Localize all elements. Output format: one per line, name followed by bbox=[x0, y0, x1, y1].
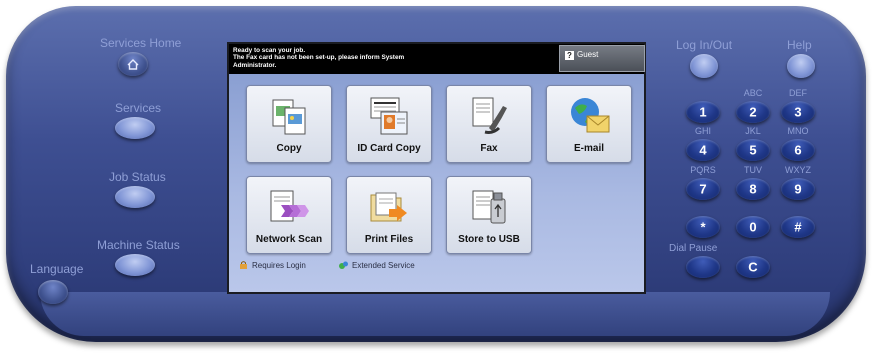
print-files-icon bbox=[370, 192, 407, 222]
key-hash[interactable]: # bbox=[781, 216, 815, 238]
language-button[interactable] bbox=[38, 280, 68, 304]
key-1[interactable]: 1 bbox=[686, 101, 720, 123]
panel-bezel-lower bbox=[40, 292, 830, 336]
key-1-digit: 1 bbox=[699, 104, 707, 120]
key-9-letters: WXYZ bbox=[785, 165, 811, 175]
key-6[interactable]: 6 bbox=[781, 139, 815, 161]
key-6-letters: MNO bbox=[787, 126, 809, 136]
help-button[interactable] bbox=[787, 54, 815, 78]
copy-label: Copy bbox=[276, 143, 302, 154]
fax-label: Fax bbox=[480, 143, 498, 154]
language-label: Language bbox=[30, 262, 84, 276]
key-4[interactable]: 4 bbox=[686, 139, 720, 161]
key-3-digit: 3 bbox=[794, 104, 802, 120]
key-5-letters: JKL bbox=[745, 126, 761, 136]
control-panel: Services Home Services Job Status Machin… bbox=[0, 0, 872, 356]
key-0[interactable]: 0 bbox=[736, 216, 770, 238]
key-star-digit: * bbox=[700, 219, 706, 235]
key-3-letters: DEF bbox=[789, 88, 807, 98]
services-home-label: Services Home bbox=[100, 36, 182, 50]
job-status-label: Job Status bbox=[109, 170, 166, 184]
id-card-copy-icon bbox=[370, 97, 408, 135]
key-star[interactable]: * bbox=[686, 216, 720, 238]
email-label: E-mail bbox=[573, 143, 604, 154]
job-status-button[interactable] bbox=[115, 186, 155, 208]
machine-status-label: Machine Status bbox=[97, 238, 180, 252]
fax-tile[interactable]: Fax bbox=[446, 85, 532, 163]
print-files-tile[interactable]: Print Files bbox=[346, 176, 432, 254]
home-icon bbox=[127, 59, 139, 70]
key-9[interactable]: 9 bbox=[781, 178, 815, 200]
guest-label: Guest bbox=[577, 50, 599, 59]
key-5[interactable]: 5 bbox=[736, 139, 770, 161]
log-in-out-label: Log In/Out bbox=[676, 38, 733, 52]
services-label: Services bbox=[115, 101, 162, 115]
lock-icon bbox=[240, 261, 247, 269]
services-home-button[interactable] bbox=[118, 52, 148, 76]
requires-login-label: Requires Login bbox=[252, 261, 306, 270]
guest-button[interactable]: ? Guest bbox=[559, 45, 645, 72]
key-0-digit: 0 bbox=[749, 219, 757, 235]
machine-status-button[interactable] bbox=[115, 254, 155, 276]
store-to-usb-label: Store to USB bbox=[458, 234, 520, 245]
clear-button-label: C bbox=[748, 259, 758, 275]
email-tile[interactable]: E-mail bbox=[546, 85, 632, 163]
dial-pause-button[interactable] bbox=[686, 256, 720, 278]
clear-button[interactable]: C bbox=[736, 256, 770, 278]
key-4-digit: 4 bbox=[699, 142, 707, 158]
print-files-label: Print Files bbox=[364, 234, 414, 245]
copy-tile[interactable]: Copy bbox=[246, 85, 332, 163]
email-icon bbox=[571, 98, 610, 133]
key-7-digit: 7 bbox=[699, 181, 707, 197]
store-to-usb-icon bbox=[472, 190, 506, 224]
store-to-usb-tile[interactable]: Store to USB bbox=[446, 176, 532, 254]
services-area: Copy ID Card Copy Fax E-mail Network Sca… bbox=[229, 74, 644, 292]
help-question-icon: ? bbox=[565, 51, 574, 60]
key-7[interactable]: 7 bbox=[686, 178, 720, 200]
legend-extended-service: Extended Service bbox=[339, 261, 415, 270]
id-card-copy-label: ID Card Copy bbox=[357, 143, 421, 154]
key-8-digit: 8 bbox=[749, 181, 757, 197]
key-3[interactable]: 3 bbox=[781, 101, 815, 123]
key-2-digit: 2 bbox=[749, 104, 757, 120]
key-9-digit: 9 bbox=[794, 181, 802, 197]
log-in-out-button[interactable] bbox=[690, 54, 718, 78]
key-8[interactable]: 8 bbox=[736, 178, 770, 200]
services-button[interactable] bbox=[115, 117, 155, 139]
fax-icon bbox=[472, 97, 507, 134]
legend-requires-login: Requires Login bbox=[239, 261, 306, 270]
key-6-digit: 6 bbox=[794, 142, 802, 158]
extended-service-label: Extended Service bbox=[352, 261, 415, 270]
touch-screen: Ready to scan your job. The Fax card has… bbox=[227, 42, 646, 294]
status-bar: Ready to scan your job. The Fax card has… bbox=[229, 44, 645, 74]
key-4-letters: GHI bbox=[694, 126, 711, 136]
dial-pause-label: Dial Pause bbox=[669, 243, 718, 254]
key-7-letters: PQRS bbox=[690, 165, 716, 175]
id-card-copy-tile[interactable]: ID Card Copy bbox=[346, 85, 432, 163]
key-hash-digit: # bbox=[794, 219, 802, 235]
network-scan-label: Network Scan bbox=[255, 234, 323, 245]
help-label: Help bbox=[787, 38, 812, 52]
key-8-letters: TUV bbox=[744, 165, 762, 175]
key-2-letters: ABC bbox=[743, 88, 763, 98]
key-2[interactable]: 2 bbox=[736, 101, 770, 123]
network-scan-icon bbox=[270, 190, 309, 222]
key-5-digit: 5 bbox=[749, 142, 757, 158]
copy-icon bbox=[272, 99, 306, 135]
network-scan-tile[interactable]: Network Scan bbox=[246, 176, 332, 254]
status-message: Ready to scan your job. The Fax card has… bbox=[233, 47, 405, 69]
extended-service-icon bbox=[339, 261, 348, 269]
